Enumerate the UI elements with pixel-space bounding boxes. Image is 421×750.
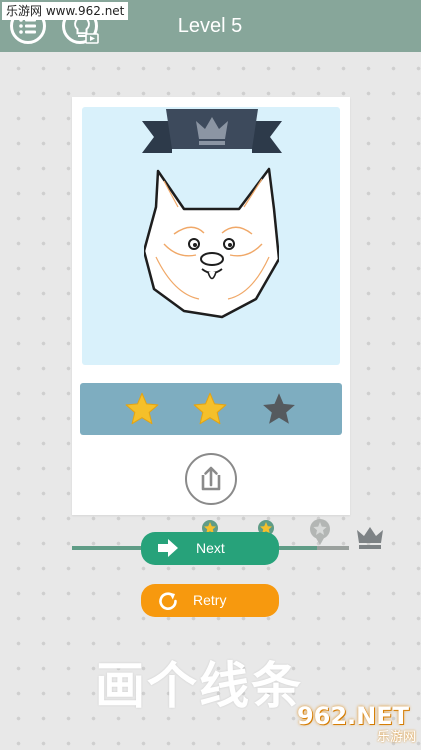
crown-ribbon-badge <box>142 109 282 153</box>
watermark-logo-subtext: 乐游网 <box>376 730 416 745</box>
arrow-right-icon <box>158 539 178 557</box>
locked-badge-icon <box>310 519 330 545</box>
level-title: Level 5 <box>177 15 243 37</box>
share-icon <box>201 466 221 491</box>
star-icon-empty <box>263 393 295 424</box>
watermark-logo: 962.NET 乐游网 <box>290 702 416 746</box>
next-button[interactable]: Next <box>141 532 279 565</box>
drawing-area <box>82 107 340 365</box>
result-card <box>72 97 350 515</box>
site-watermark: 乐游网 www.962.net <box>2 2 129 20</box>
progress-track-remaining <box>317 546 349 550</box>
shiba-dog-face <box>144 167 279 319</box>
share-button[interactable] <box>185 453 237 505</box>
retry-icon <box>159 592 177 610</box>
crown-icon <box>357 527 383 549</box>
star-icon-filled <box>125 392 159 425</box>
star-rating-bar <box>80 383 342 435</box>
next-button-label: Next <box>196 540 225 556</box>
retry-button[interactable]: Retry <box>141 584 279 617</box>
star-icon-filled <box>193 392 227 425</box>
watermark-logo-text: 962.NET <box>296 702 410 730</box>
retry-button-label: Retry <box>193 592 227 608</box>
